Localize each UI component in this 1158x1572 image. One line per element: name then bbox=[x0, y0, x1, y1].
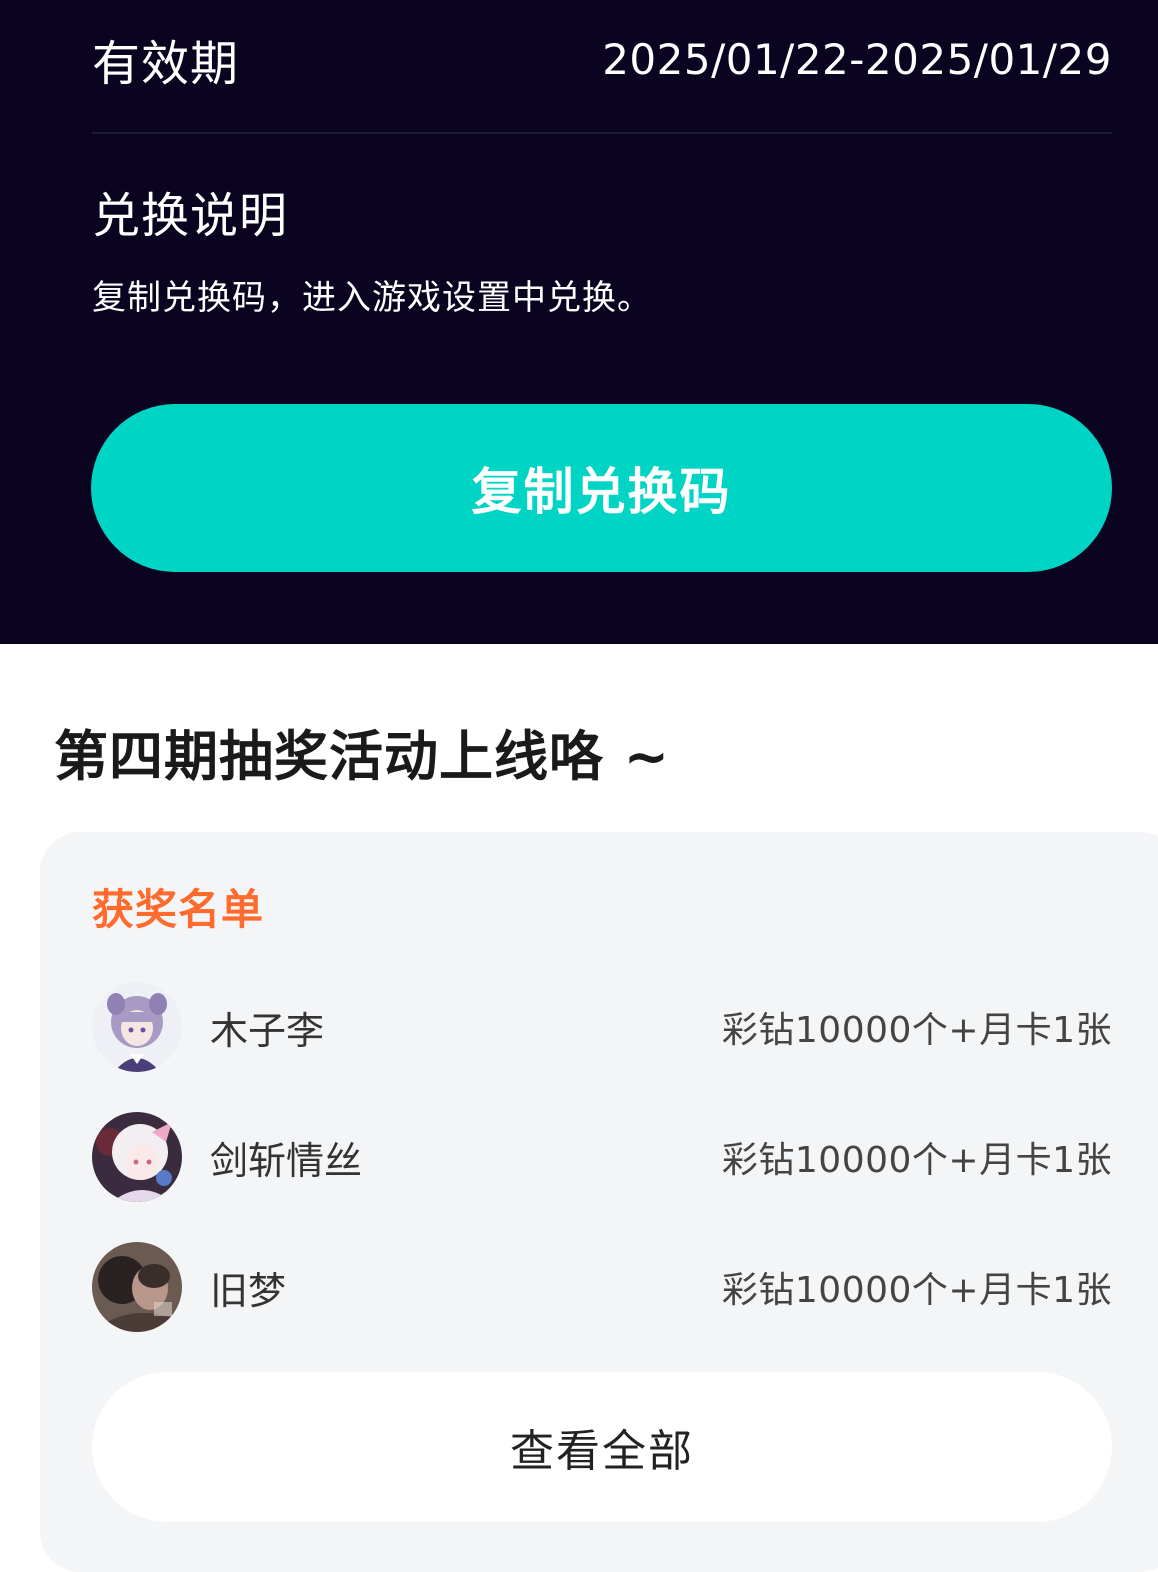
instructions-title: 兑换说明 bbox=[92, 188, 289, 244]
anime-girl-white-hair-avatar[interactable] bbox=[92, 1112, 182, 1202]
winner-row: 木子李 彩钻10000个+月卡1张 bbox=[92, 982, 1112, 1072]
event-title: 第四期抽奖活动上线咯 ~ bbox=[54, 725, 671, 788]
view-all-button[interactable]: 查看全部 bbox=[92, 1372, 1112, 1522]
validity-row: 有效期 2025/01/22-2025/01/29 bbox=[92, 24, 1112, 94]
winner-row: 剑斩情丝 彩钻10000个+月卡1张 bbox=[92, 1112, 1112, 1202]
instructions-text: 复制兑换码，进入游戏设置中兑换。 bbox=[92, 278, 652, 318]
winner-prize: 彩钻10000个+月卡1张 bbox=[721, 1140, 1112, 1181]
divider bbox=[92, 132, 1112, 134]
anime-girl-purple-hair-avatar[interactable] bbox=[92, 982, 182, 1072]
winner-name: 木子李 bbox=[210, 1008, 325, 1053]
winner-prize: 彩钻10000个+月卡1张 bbox=[721, 1270, 1112, 1311]
winners-title: 获奖名单 bbox=[92, 885, 265, 934]
validity-value: 2025/01/22-2025/01/29 bbox=[602, 34, 1112, 84]
winner-row: 旧梦 彩钻10000个+月卡1张 bbox=[92, 1242, 1112, 1332]
winner-name: 旧梦 bbox=[210, 1268, 287, 1313]
validity-label: 有效期 bbox=[92, 36, 240, 92]
winner-name: 剑斩情丝 bbox=[210, 1138, 363, 1183]
photo-dark-avatar[interactable] bbox=[92, 1242, 182, 1332]
winner-prize: 彩钻10000个+月卡1张 bbox=[721, 1010, 1112, 1051]
redeem-panel: 有效期 2025/01/22-2025/01/29 兑换说明 复制兑换码，进入游… bbox=[0, 0, 1158, 644]
copy-code-button[interactable]: 复制兑换码 bbox=[91, 404, 1112, 572]
